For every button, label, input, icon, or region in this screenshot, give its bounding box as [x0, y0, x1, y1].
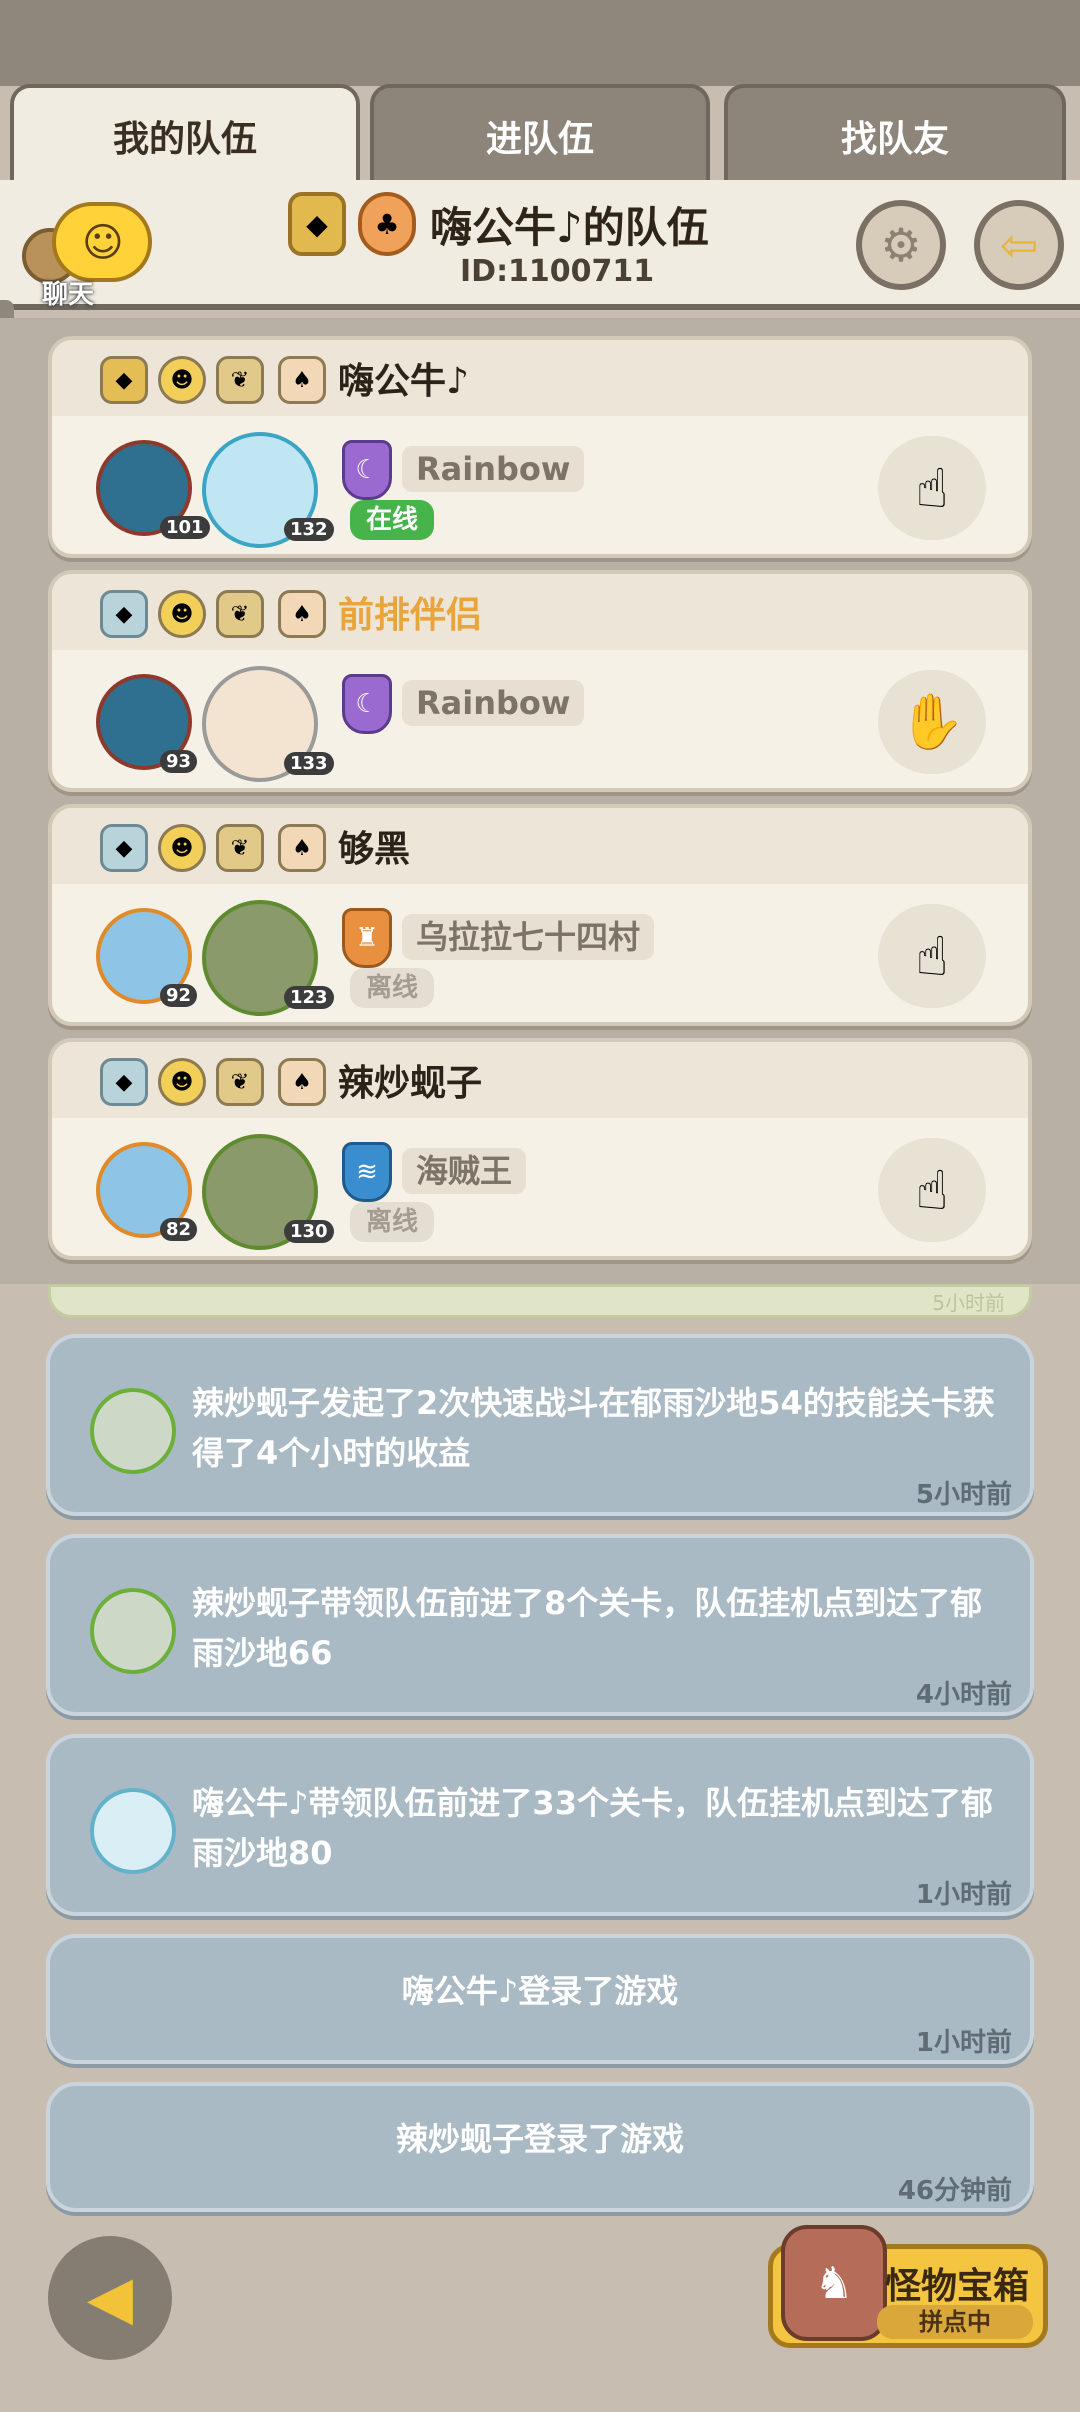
member-card[interactable]: ◆ ☻ ❦ ♠ 前排伴侣 93 133 ☾ Rainbow ✋ [48, 570, 1032, 792]
feed-item-partial: 5小时前 [48, 1284, 1032, 1318]
feed-text: 辣炒蚬子发起了2次快速战斗在郁雨沙地54的技能关卡获得了4个小时的收益 [192, 1384, 995, 1472]
guild-moon-icon: ☾ [342, 674, 392, 734]
member-name: 前排伴侣 [338, 595, 483, 636]
feed-text: 嗨公牛♪登录了游戏 [401, 1972, 679, 2010]
tab-join-team[interactable]: 进队伍 [370, 84, 710, 184]
guild-name: 乌拉拉七十四村 [402, 914, 655, 960]
feed-text: 辣炒蚬子登录了游戏 [395, 2120, 684, 2158]
smile-face-icon: ☺ [82, 220, 124, 266]
mushroom-badge-icon: ♠ [278, 824, 326, 872]
face-badge-icon: ☻ [158, 1058, 206, 1106]
feed-time: 1小时前 [915, 1880, 1012, 1910]
leaf-badge-icon: ❦ [216, 590, 264, 638]
pet-level: 92 [160, 984, 198, 1007]
feed-time: 46分钟前 [897, 2176, 1012, 2206]
feed-avatar [90, 1388, 176, 1474]
silver-rank-icon: ◆ [100, 824, 148, 872]
mushroom-badge-icon: ♠ [278, 356, 326, 404]
guild-name: Rainbow [402, 680, 585, 726]
hero-level: 133 [284, 752, 334, 775]
treasure-status: 拼点中 [877, 2305, 1033, 2339]
back-arrow-icon[interactable]: ◀ [48, 2236, 172, 2360]
feed-time: 1小时前 [915, 2028, 1012, 2058]
member-name: 嗨公牛♪ [338, 361, 469, 402]
feed-time: 5小时前 [915, 1480, 1012, 1510]
gold-rank-icon: ◆ [100, 356, 148, 404]
status-badge: 离线 [350, 968, 435, 1008]
guild-shield-icon: ♜ [342, 908, 392, 968]
guild-name: Rainbow [402, 446, 585, 492]
tab-bar: 我的队伍 进队伍 找队友 [0, 84, 1080, 184]
status-badge: 在线 [350, 500, 435, 540]
leaf-badge-icon: ❦ [216, 1058, 264, 1106]
hand-icon[interactable]: ☝ [878, 436, 986, 540]
status-badge: 离线 [350, 1202, 435, 1242]
pet-level: 101 [160, 516, 210, 539]
hero-level: 130 [284, 1220, 334, 1243]
feed-item: 辣炒蚬子带领队伍前进了8个关卡，队伍挂机点到达了郁雨沙地66 4小时前 [46, 1534, 1034, 1716]
team-header: ☺ 聊天 ◆ ♣ 嗨公牛♪的队伍 ID:1100711 ⚙ ⇦ [0, 180, 1080, 310]
face-badge-icon: ☻ [158, 590, 206, 638]
feed-text: 辣炒蚬子带领队伍前进了8个关卡，队伍挂机点到达了郁雨沙地66 [192, 1584, 983, 1672]
tab-find-teammates[interactable]: 找队友 [724, 84, 1066, 184]
feed-item: 嗨公牛♪登录了游戏 1小时前 [46, 1934, 1034, 2064]
pet-level: 82 [160, 1218, 198, 1241]
feed-avatar [90, 1588, 176, 1674]
team-title: 嗨公牛♪的队伍 [430, 203, 709, 252]
tab-my-team[interactable]: 我的队伍 [10, 84, 360, 184]
member-list: ◆ ☻ ❦ ♠ 嗨公牛♪ 101 132 ☾ Rainbow 在线 ☝ ◆ ☻ … [0, 318, 1080, 1284]
treasure-title: 怪物宝箱 [885, 2266, 1030, 2307]
feed-time: 4小时前 [915, 1680, 1012, 1710]
member-name: 够黑 [338, 829, 411, 870]
face-badge-icon: ☻ [158, 356, 206, 404]
leaf-badge-icon: ❦ [216, 356, 264, 404]
feed-item: 嗨公牛♪带领队伍前进了33个关卡，队伍挂机点到达了郁雨沙地80 1小时前 [46, 1734, 1034, 1916]
team-id: ID:1100711 [460, 254, 655, 289]
hand-icon[interactable]: ☝ [878, 1138, 986, 1242]
monster-treasure-button[interactable]: ♞ 怪物宝箱 拼点中 [768, 2225, 1048, 2348]
guild-name: 海贼王 [402, 1148, 527, 1194]
feed-text: 嗨公牛♪带领队伍前进了33个关卡，队伍挂机点到达了郁雨沙地80 [192, 1784, 993, 1872]
member-card[interactable]: ◆ ☻ ❦ ♠ 辣炒蚬子 82 130 ≋ 海贼王 离线 ☝ [48, 1038, 1032, 1260]
mushroom-badge-icon: ♠ [278, 1058, 326, 1106]
feed-item: 辣炒蚬子发起了2次快速战斗在郁雨沙地54的技能关卡获得了4个小时的收益 5小时前 [46, 1334, 1034, 1516]
chat-button[interactable]: ☺ 聊天 [22, 198, 152, 310]
hand-icon[interactable]: ☝ [878, 904, 986, 1008]
mushroom-badge-icon: ♠ [278, 590, 326, 638]
guild-wave-icon: ≋ [342, 1142, 392, 1202]
rank-badge-icon: ◆ [288, 192, 346, 256]
face-badge-icon: ☻ [158, 824, 206, 872]
hero-level: 132 [284, 518, 334, 541]
feed-time: 5小时前 [932, 1291, 1005, 1315]
hand-card-icon[interactable]: ✋ [878, 670, 986, 774]
top-bar [0, 0, 1080, 86]
feed-item: 辣炒蚬子登录了游戏 46分钟前 [46, 2082, 1034, 2212]
hero-level: 123 [284, 986, 334, 1009]
exit-team-icon[interactable]: ⇦ [974, 200, 1064, 290]
mushroom-badge-icon: ♣ [358, 192, 416, 256]
silver-rank-icon: ◆ [100, 1058, 148, 1106]
member-name: 辣炒蚬子 [338, 1063, 483, 1104]
feed-avatar [90, 1788, 176, 1874]
boar-chest-icon: ♞ [781, 2225, 887, 2341]
chat-label: 聊天 [42, 280, 95, 310]
silver-rank-icon: ◆ [100, 590, 148, 638]
settings-gear-icon[interactable]: ⚙ [856, 200, 946, 290]
pet-level: 93 [160, 750, 198, 773]
guild-moon-icon: ☾ [342, 440, 392, 500]
member-card[interactable]: ◆ ☻ ❦ ♠ 够黑 92 123 ♜ 乌拉拉七十四村 离线 ☝ [48, 804, 1032, 1026]
member-card[interactable]: ◆ ☻ ❦ ♠ 嗨公牛♪ 101 132 ☾ Rainbow 在线 ☝ [48, 336, 1032, 558]
leaf-badge-icon: ❦ [216, 824, 264, 872]
